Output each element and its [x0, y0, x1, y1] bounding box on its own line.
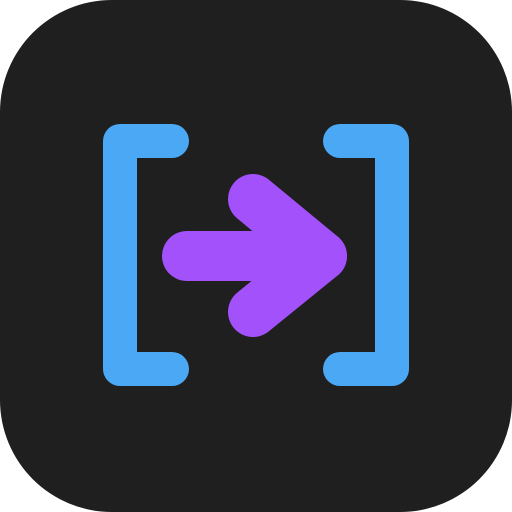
app-icon[interactable]: [0, 0, 512, 512]
app-icon-graphic: [0, 0, 512, 512]
